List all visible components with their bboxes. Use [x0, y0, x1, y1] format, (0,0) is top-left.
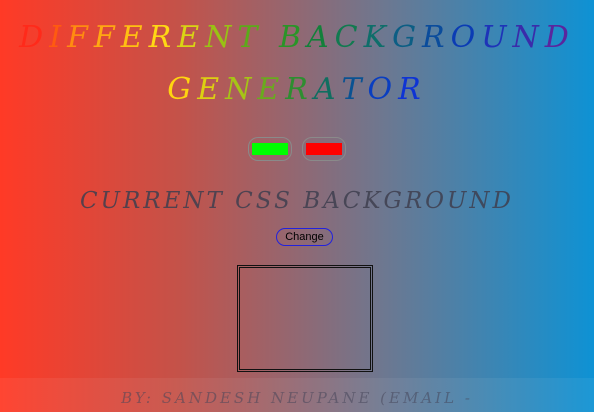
change-button[interactable]: Change	[276, 228, 333, 246]
page-title-line1: DIFFERENT BACKGROUND	[19, 20, 575, 55]
green-swatch-button[interactable]	[248, 137, 292, 161]
color-swatches	[0, 137, 594, 161]
page-title-line2: GENERATOR	[167, 72, 427, 107]
footer-credit: BY: SANDESH NEUPANE (EMAIL -	[121, 389, 473, 407]
current-background-heading: CURRENT CSS BACKGROUND	[80, 188, 514, 214]
background-preview-box	[237, 265, 373, 372]
red-swatch-button[interactable]	[302, 137, 346, 161]
green-swatch-fill	[252, 143, 288, 155]
red-swatch-fill	[306, 143, 342, 155]
